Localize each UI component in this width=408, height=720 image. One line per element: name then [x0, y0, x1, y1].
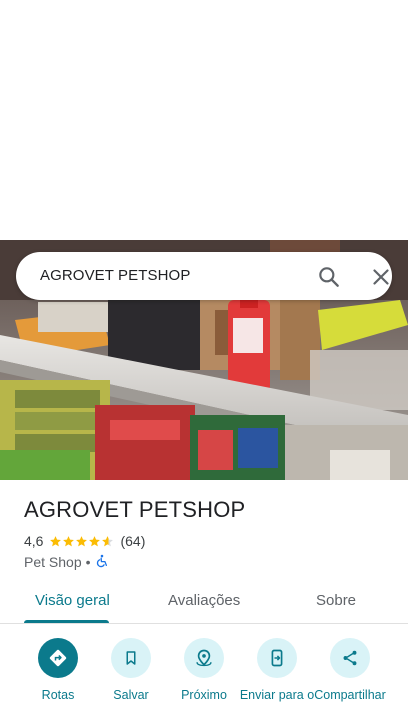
- nearby-label: Próximo: [181, 688, 227, 702]
- star-icon: [102, 535, 114, 546]
- rating-row[interactable]: 4,6 (64): [24, 532, 145, 550]
- directions-label: Rotas: [41, 688, 75, 702]
- star-rating: [49, 535, 114, 548]
- search-icon[interactable]: [316, 264, 342, 290]
- share-label: Compartilhar: [314, 688, 386, 702]
- star-icon: [50, 535, 62, 546]
- save-button[interactable]: Salvar: [91, 638, 171, 720]
- send-to-phone-label: Enviar para o: [239, 688, 315, 702]
- category-row: Pet Shop •: [24, 553, 109, 571]
- category-separator: •: [85, 554, 91, 570]
- share-icon[interactable]: [330, 638, 370, 678]
- review-count: (64): [120, 533, 146, 549]
- directions-icon[interactable]: [38, 638, 78, 678]
- wheelchair-icon: [95, 554, 109, 571]
- tab-bar: Visão geral Avaliações Sobre: [0, 584, 408, 624]
- rating-value: 4,6: [24, 533, 44, 549]
- category-label: Pet Shop: [24, 554, 82, 570]
- send-to-phone-button[interactable]: Enviar para o: [237, 638, 317, 720]
- active-tab-indicator: [24, 620, 109, 623]
- nearby-button[interactable]: Próximo: [164, 638, 244, 720]
- star-icon: [63, 535, 75, 546]
- directions-button[interactable]: Rotas: [18, 638, 98, 720]
- search-query-text[interactable]: AGROVET PETSHOP: [40, 252, 190, 300]
- nearby-icon[interactable]: [184, 638, 224, 678]
- send-to-phone-icon[interactable]: [257, 638, 297, 678]
- place-title: AGROVET PETSHOP: [24, 497, 246, 522]
- star-icon: [89, 535, 101, 546]
- search-bar[interactable]: AGROVET PETSHOP: [16, 252, 392, 300]
- save-label: Salvar: [113, 688, 149, 702]
- place-sheet: AGROVET PETSHOP AGROVET PETSHOP 4,6 (64)…: [0, 0, 408, 720]
- tab-overview[interactable]: Visão geral: [35, 592, 110, 609]
- bookmark-icon[interactable]: [111, 638, 151, 678]
- star-icon: [76, 535, 88, 546]
- tab-reviews[interactable]: Avaliações: [168, 592, 240, 609]
- share-button[interactable]: Compartilhar: [310, 638, 390, 720]
- close-icon[interactable]: [368, 264, 394, 290]
- tab-about[interactable]: Sobre: [316, 592, 356, 609]
